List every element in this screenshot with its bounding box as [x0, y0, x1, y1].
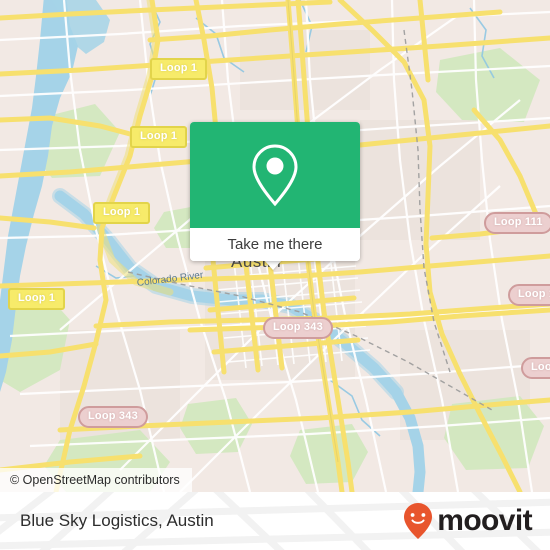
moovit-pin-icon: [404, 503, 433, 539]
road-shield-loop-1-west[interactable]: Loop 1: [8, 288, 66, 310]
take-me-there-button[interactable]: Take me there: [190, 228, 360, 261]
map-pin-icon: [252, 144, 298, 207]
location-title: Blue Sky Logistics, Austin: [20, 511, 214, 530]
road-shield-loop-343-southwest[interactable]: Loop 343: [78, 406, 148, 428]
moovit-logo[interactable]: moovit: [401, 492, 533, 550]
road-shield-loop-1-north[interactable]: Loop 1: [150, 58, 208, 80]
road-shield-loop-111[interactable]: Loop 111: [484, 212, 550, 234]
popup-icon-panel: [190, 122, 360, 228]
bottom-info-bar: Blue Sky Logistics, Austin moovit: [0, 492, 550, 550]
location-popup-card[interactable]: Take me there: [190, 122, 360, 261]
popup-pointer-tail: [264, 260, 282, 270]
road-shield-loop-11-east[interactable]: Loop 11: [508, 284, 550, 306]
map-canvas[interactable]: Austin Colorado River Loop 1 Loop 1 Loop…: [0, 0, 550, 492]
moovit-wordmark: moovit: [437, 504, 532, 537]
road-shield-loop-343-center[interactable]: Loop 343: [263, 317, 333, 339]
road-shield-loop-1-upper[interactable]: Loop 1: [130, 126, 188, 148]
map-attribution[interactable]: © OpenStreetMap contributors: [0, 468, 192, 492]
road-shield-loop-1-mid[interactable]: Loop 1: [93, 202, 151, 224]
screenshot-root: Austin Colorado River Loop 1 Loop 1 Loop…: [0, 0, 550, 550]
road-shield-loop-east-clipped[interactable]: Loop: [521, 357, 550, 379]
